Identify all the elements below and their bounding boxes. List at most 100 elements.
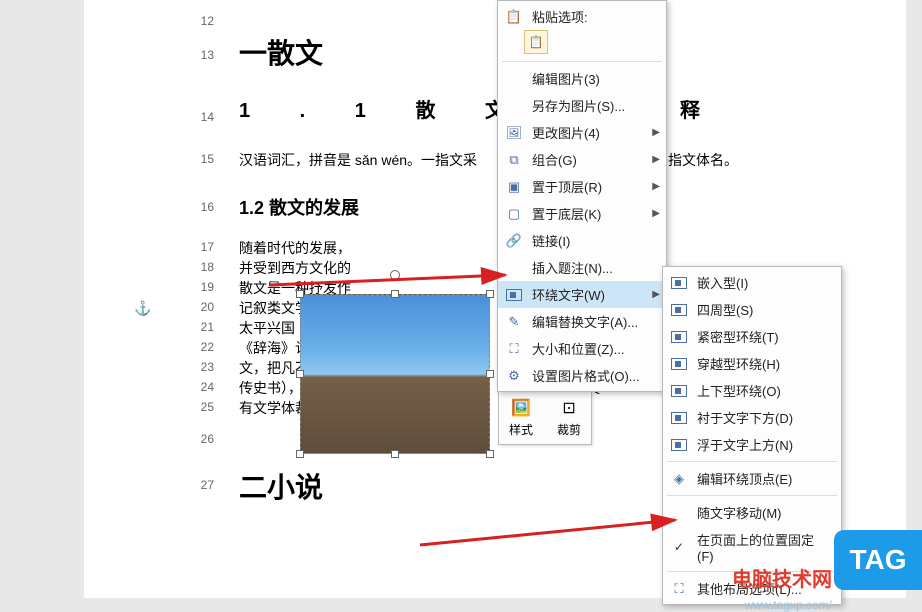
line-number: 22	[184, 340, 214, 354]
line-number: 14	[184, 110, 214, 124]
wrap-inline[interactable]: 嵌入型(I)	[663, 269, 841, 296]
heading-2a[interactable]: 1 . 1 散 文	[239, 94, 527, 123]
wrap-square-icon	[669, 304, 689, 316]
wrap-through-icon	[669, 358, 689, 370]
watermark-text: 电脑技术网	[732, 563, 832, 592]
anchor-icon: ⚓	[134, 300, 151, 317]
submenu-arrow-icon: ▶	[652, 289, 660, 300]
submenu-arrow-icon: ▶	[652, 127, 660, 138]
crop-label: 裁剪	[557, 421, 581, 438]
menu-separator	[502, 61, 662, 62]
send-back-icon: ▢	[504, 206, 524, 222]
style-label: 样式	[509, 421, 533, 438]
style-icon: 🖼️	[510, 397, 532, 419]
line-number: 15	[184, 152, 214, 166]
line-number: 13	[184, 48, 214, 62]
resize-handle[interactable]	[486, 370, 494, 378]
crop-button[interactable]: ⊡ 裁剪	[551, 395, 587, 440]
wrap-behind-icon	[669, 412, 689, 424]
alt-text-icon: ✎	[504, 314, 524, 330]
mini-toolbar: 🖼️ 样式 ⊡ 裁剪	[498, 390, 592, 445]
wrap-tight-icon	[669, 331, 689, 343]
wrap-front-icon	[669, 439, 689, 451]
wrap-through[interactable]: 穿越型环绕(H)	[663, 350, 841, 377]
body-line[interactable]: 随着时代的发展，	[239, 238, 351, 258]
body-line[interactable]: 有文学体裁	[239, 398, 309, 418]
wrap-topbottom[interactable]: 上下型环绕(O)	[663, 377, 841, 404]
submenu-arrow-icon: ▶	[652, 208, 660, 219]
menu-save-as-image[interactable]: 另存为图片(S)...	[498, 92, 666, 119]
resize-handle[interactable]	[296, 450, 304, 458]
line-number: 21	[184, 320, 214, 334]
crop-icon: ⊡	[558, 397, 580, 419]
menu-link[interactable]: 🔗 链接(I)	[498, 227, 666, 254]
resize-handle[interactable]	[391, 290, 399, 298]
heading-1b[interactable]: 二小说	[239, 466, 323, 506]
size-icon: ⛶	[504, 341, 524, 357]
wrap-topbottom-icon	[669, 385, 689, 397]
heading-2a-right[interactable]: 释	[680, 94, 700, 123]
line-number: 19	[184, 280, 214, 294]
style-button[interactable]: 🖼️ 样式	[503, 395, 539, 440]
menu-edit-alt[interactable]: ✎ 编辑替换文字(A)...	[498, 308, 666, 335]
change-image-icon: 🖼	[504, 125, 524, 141]
line-number: 23	[184, 360, 214, 374]
check-icon: ✓	[669, 540, 689, 554]
line-number: 26	[184, 432, 214, 446]
menu-separator	[667, 461, 837, 462]
menu-wrap-text[interactable]: 环绕文字(W) ▶	[498, 281, 666, 308]
wrap-text-icon	[504, 289, 524, 301]
wrap-fix-position[interactable]: ✓ 在页面上的位置固定(F)	[663, 526, 841, 568]
group-icon: ⧉	[504, 152, 524, 168]
tag-badge: TAG	[834, 530, 922, 590]
resize-handle[interactable]	[486, 290, 494, 298]
watermark-url: www.tagxp.com/	[745, 598, 832, 612]
wrap-text-submenu: 嵌入型(I) 四周型(S) 紧密型环绕(T) 穿越型环绕(H) 上下型环绕(O)…	[662, 266, 842, 605]
menu-send-back[interactable]: ▢ 置于底层(K) ▶	[498, 200, 666, 227]
submenu-arrow-icon: ▶	[652, 154, 660, 165]
clipboard-icon: 📋	[504, 9, 524, 25]
menu-bring-front[interactable]: ▣ 置于顶层(R) ▶	[498, 173, 666, 200]
resize-handle[interactable]	[296, 290, 304, 298]
wrap-move-with-text[interactable]: 随文字移动(M)	[663, 499, 841, 526]
resize-handle[interactable]	[486, 450, 494, 458]
selected-image[interactable]	[300, 294, 490, 454]
more-layout-icon: ⛶	[669, 581, 689, 597]
body-text[interactable]: 汉语词汇，拼音是 sǎn wén。一指文采	[239, 150, 477, 170]
line-number: 12	[184, 14, 214, 28]
rotate-handle[interactable]	[390, 270, 400, 280]
line-number: 18	[184, 260, 214, 274]
submenu-arrow-icon: ▶	[652, 181, 660, 192]
line-number: 20	[184, 300, 214, 314]
menu-insert-caption[interactable]: 插入题注(N)...	[498, 254, 666, 281]
link-icon: 🔗	[504, 233, 524, 249]
resize-handle[interactable]	[296, 370, 304, 378]
menu-edit-image[interactable]: 编辑图片(3)	[498, 65, 666, 92]
heading-2b[interactable]: 1.2 散文的发展	[239, 194, 359, 220]
paste-options-header: 📋 粘贴选项:	[498, 3, 666, 30]
heading-1[interactable]: 一散文	[239, 32, 323, 72]
wrap-inline-icon	[669, 277, 689, 289]
wrap-tight[interactable]: 紧密型环绕(T)	[663, 323, 841, 350]
menu-format-picture[interactable]: ⚙ 设置图片格式(O)...	[498, 362, 666, 389]
line-number: 17	[184, 240, 214, 254]
wrap-square[interactable]: 四周型(S)	[663, 296, 841, 323]
wrap-front[interactable]: 浮于文字上方(N)	[663, 431, 841, 458]
bring-front-icon: ▣	[504, 179, 524, 195]
resize-handle[interactable]	[391, 450, 399, 458]
wrap-behind[interactable]: 衬于文字下方(D)	[663, 404, 841, 431]
line-number: 16	[184, 200, 214, 214]
menu-change-image[interactable]: 🖼 更改图片(4) ▶	[498, 119, 666, 146]
paste-option-keep[interactable]: 📋	[524, 30, 548, 54]
format-icon: ⚙	[504, 368, 524, 384]
wrap-edit-points[interactable]: ◈ 编辑环绕顶点(E)	[663, 465, 841, 492]
context-menu: 📋 粘贴选项: 📋 编辑图片(3) 另存为图片(S)... 🖼 更改图片(4) …	[497, 0, 667, 392]
line-number: 27	[184, 478, 214, 492]
menu-separator	[667, 495, 837, 496]
menu-size-position[interactable]: ⛶ 大小和位置(Z)...	[498, 335, 666, 362]
body-line[interactable]: 并受到西方文化的	[239, 258, 351, 278]
line-number: 25	[184, 400, 214, 414]
menu-group[interactable]: ⧉ 组合(G) ▶	[498, 146, 666, 173]
edit-points-icon: ◈	[669, 471, 689, 487]
line-number: 24	[184, 380, 214, 394]
